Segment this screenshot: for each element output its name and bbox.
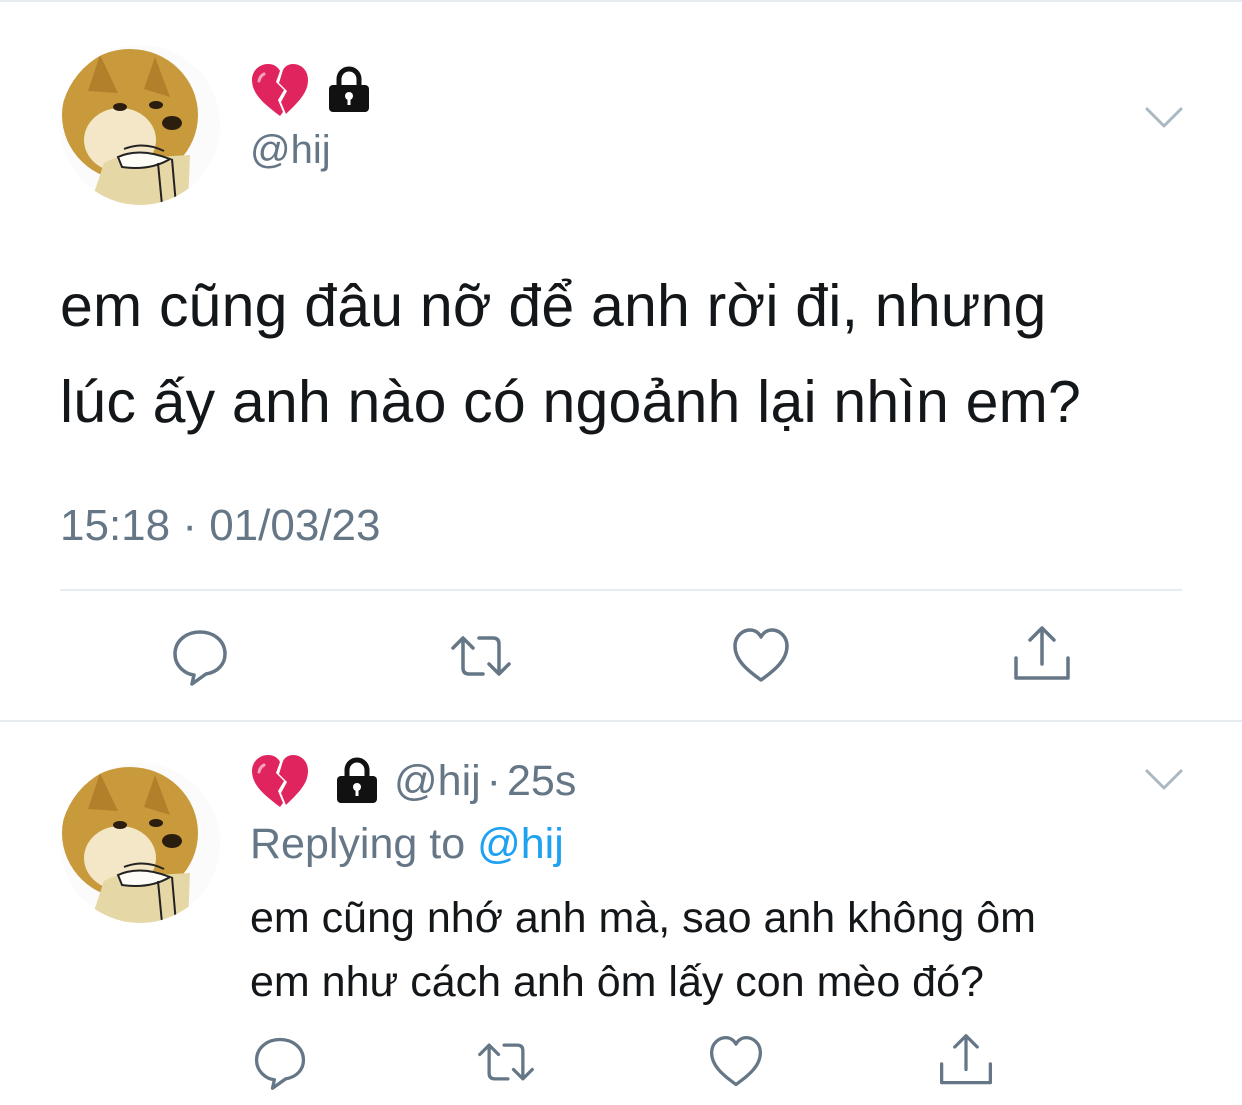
chevron-down-icon[interactable] xyxy=(1144,104,1184,132)
tweet-text-line: em cũng nhớ anh mà, sao anh không ôm xyxy=(250,894,1036,942)
retweet-icon[interactable] xyxy=(476,1032,536,1092)
tweet-actions xyxy=(0,1032,1242,1092)
share-icon[interactable] xyxy=(936,1032,996,1092)
tweet-text: em cũng nhớ anh mà, sao anh không ôm em … xyxy=(250,886,1210,1014)
divider xyxy=(60,589,1182,591)
share-icon[interactable] xyxy=(1010,624,1074,688)
reply-icon[interactable] xyxy=(168,624,232,688)
broken-heart-icon xyxy=(250,753,310,809)
tweet-separator xyxy=(0,720,1242,722)
reply-icon[interactable] xyxy=(250,1032,310,1092)
reply-header: @hij · 25s xyxy=(250,752,576,810)
retweet-icon[interactable] xyxy=(449,624,513,688)
top-border xyxy=(0,0,1242,2)
lock-icon xyxy=(334,757,380,805)
mention-link[interactable]: @hij xyxy=(477,820,564,868)
replying-to: Replying to @hij xyxy=(250,816,564,872)
tweet-timestamp[interactable]: 15:18 · 01/03/23 xyxy=(60,498,380,554)
tweet-time[interactable]: 25s xyxy=(507,757,576,806)
author-handle[interactable]: @hij xyxy=(394,757,481,806)
author-name[interactable] xyxy=(250,62,372,118)
tweet-actions xyxy=(0,624,1242,688)
avatar[interactable] xyxy=(60,45,220,205)
like-icon[interactable] xyxy=(729,624,793,688)
broken-heart-icon xyxy=(250,62,310,118)
avatar[interactable] xyxy=(60,763,220,923)
tweet-text-line: lúc ấy anh nào có ngoảnh lại nhìn em? xyxy=(60,369,1081,435)
chevron-down-icon[interactable] xyxy=(1144,766,1184,794)
like-icon[interactable] xyxy=(706,1032,766,1092)
tweet-text-line: em như cách anh ôm lấy con mèo đó? xyxy=(250,958,984,1006)
replying-label: Replying to xyxy=(250,820,466,868)
tweet-text: em cũng đâu nỡ để anh rời đi, nhưng lúc … xyxy=(60,258,1220,450)
tweet-text-line: em cũng đâu nỡ để anh rời đi, nhưng xyxy=(60,273,1047,339)
separator-dot: · xyxy=(486,756,501,805)
author-handle[interactable]: @hij xyxy=(250,124,331,176)
lock-icon xyxy=(326,66,372,114)
